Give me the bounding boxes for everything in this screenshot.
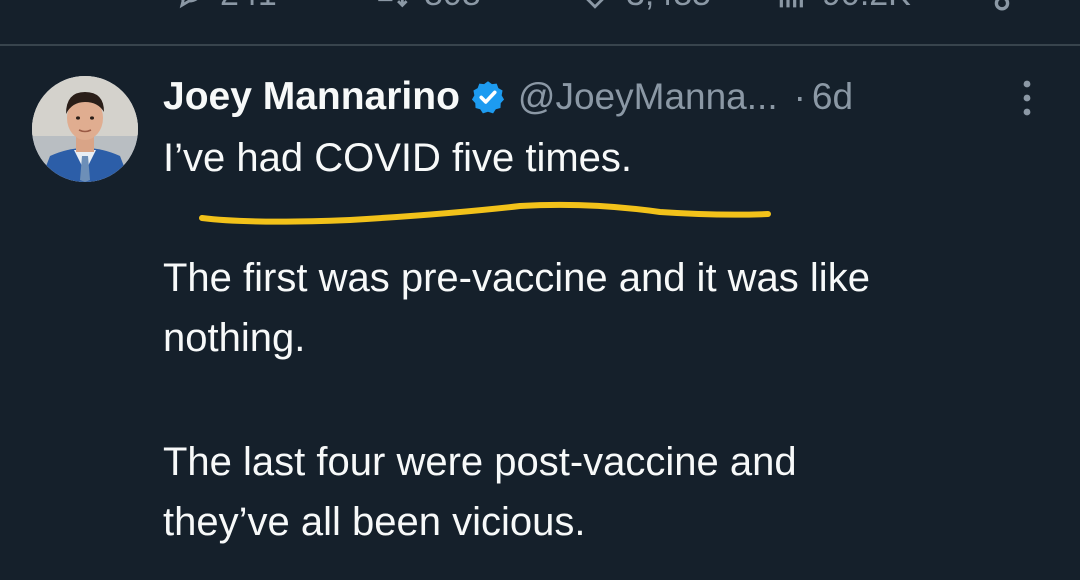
tweet-view: 241 808 3,485 90.2K: [0, 0, 1080, 580]
tweet-paragraph-3: The last four were post-vaccine and they…: [163, 432, 1043, 552]
tweet-header: Joey Mannarino @JoeyManna... · 6d: [163, 72, 853, 122]
tweet-text-line-2: The first was pre-vaccine and it was lik…: [163, 256, 870, 300]
tweet-text-line-4: The last four were post-vaccine and: [163, 440, 797, 484]
share-icon: [994, 0, 1010, 11]
tweet-text-line-1: I’ve had COVID five times.: [163, 136, 633, 180]
reply-count: 241: [220, 0, 277, 16]
tweet-paragraph-2: The first was pre-vaccine and it was lik…: [163, 248, 1043, 368]
retweet-button[interactable]: 808: [372, 0, 481, 16]
views-chart-icon: [779, 0, 803, 8]
retweet-count: 808: [424, 0, 481, 16]
avatar[interactable]: [32, 76, 138, 182]
heart-icon: [586, 0, 604, 9]
retweet-icon: [378, 0, 408, 8]
separator-dot: ·: [793, 76, 806, 117]
yellow-underline-annotation: [199, 201, 771, 225]
tweet-divider: [0, 44, 1080, 46]
previous-tweet-action-bar: 241 808 3,485 90.2K: [0, 0, 1080, 16]
user-handle[interactable]: @JoeyManna...: [518, 76, 778, 118]
views-button[interactable]: 90.2K: [776, 0, 911, 16]
tweet-text-line-3: nothing.: [163, 316, 306, 360]
verified-badge-icon: [471, 81, 504, 114]
share-button[interactable]: [988, 0, 1016, 12]
more-vertical-icon[interactable]: [1012, 78, 1042, 118]
like-button[interactable]: 3,485: [578, 0, 711, 16]
tweet-text-line-5: they’ve all been vicious.: [163, 500, 586, 544]
view-count: 90.2K: [822, 0, 911, 16]
like-count: 3,485: [626, 0, 711, 16]
reply-button[interactable]: 241: [172, 0, 277, 16]
tweet-timestamp[interactable]: 6d: [812, 76, 853, 118]
reply-icon: [179, 0, 198, 9]
display-name[interactable]: Joey Mannarino: [163, 75, 460, 119]
